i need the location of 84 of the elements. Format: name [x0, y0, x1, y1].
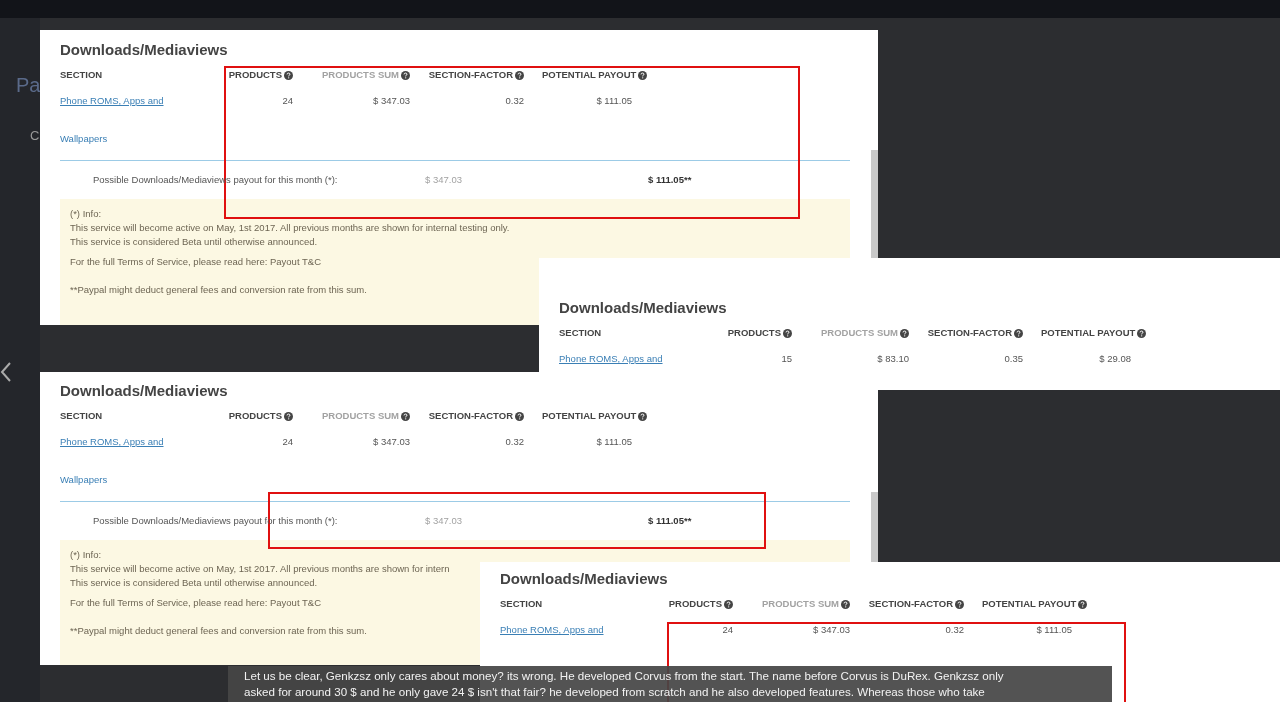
info-text: This service is considered Beta until otherwise announced. [70, 235, 318, 249]
help-icon[interactable] [401, 411, 410, 421]
column-header: SECTION [60, 67, 103, 82]
column-header: SECTION [559, 325, 602, 340]
section-link[interactable]: Phone ROMS, Apps and [500, 623, 604, 635]
help-icon[interactable] [841, 599, 850, 609]
table-cell-text: 0.32 [944, 622, 964, 637]
section-title: Downloads/Mediaviews [60, 40, 228, 60]
help-icon[interactable] [284, 411, 293, 421]
table-cell-text: 15 [780, 351, 792, 366]
total-payout: $ 111.05** [648, 172, 692, 187]
table-cell-text: $ 111.05 [595, 434, 633, 449]
help-icon[interactable] [724, 599, 733, 609]
section-link[interactable]: Wallpapers [60, 131, 108, 147]
scrollbar[interactable] [871, 492, 878, 562]
help-icon[interactable] [1014, 328, 1023, 338]
fee-note: **Paypal might deduct general fees and conversion rate from this sum. [70, 283, 367, 297]
help-icon[interactable] [515, 411, 524, 421]
total-payout: $ 111.05** [648, 513, 692, 528]
help-icon[interactable] [638, 70, 648, 80]
terms-text: For the full Terms of Service, please read here: [70, 256, 269, 267]
terms-text: For the full Terms of Service, please read here: [70, 597, 269, 608]
help-icon[interactable] [515, 70, 524, 80]
scrollbar[interactable] [871, 150, 878, 258]
column-header: SECTION [500, 596, 543, 611]
info-text: This service is considered Beta until otherwise announced. [70, 576, 318, 590]
column-header: PRODUCTS SUM [820, 325, 898, 340]
section-link[interactable]: Phone ROMS, Apps and [60, 94, 164, 106]
section-link[interactable]: Phone ROMS, Apps and [60, 435, 164, 447]
table-cell-text: $ 347.03 [372, 93, 410, 108]
total-sum: $ 347.03 [425, 513, 463, 528]
column-header: POTENTIAL PAYOUT [982, 596, 1077, 611]
table-cell-text: 24 [281, 434, 293, 449]
info-text: This service will become active on May, 1st 2017. All previous months are shown for intern [70, 562, 450, 576]
column-header: PRODUCTS [228, 408, 282, 423]
column-header: PRODUCTS [228, 67, 282, 82]
column-header: SECTION [60, 408, 103, 423]
table-cell-text: 24 [721, 622, 733, 637]
table-cell-text: 0.32 [504, 93, 524, 108]
table-cell-text: $ 111.05 [595, 93, 633, 108]
section-title: Downloads/Mediaviews [559, 298, 727, 318]
total-sum: $ 347.03 [425, 172, 463, 187]
terms-link[interactable]: Payout T&C [269, 597, 321, 608]
table-cell-text: $ 347.03 [372, 434, 410, 449]
column-header: SECTION-FACTOR [927, 325, 1012, 340]
info-heading: (*) Info: [70, 207, 102, 221]
section-link[interactable]: Phone ROMS, Apps and [559, 352, 663, 364]
help-icon[interactable] [638, 411, 648, 421]
column-header: SECTION-FACTOR [868, 596, 953, 611]
column-header: POTENTIAL PAYOUT [1041, 325, 1136, 340]
column-header: SECTION-FACTOR [428, 408, 513, 423]
section-title: Downloads/Mediaviews [500, 569, 668, 589]
info-heading: (*) Info: [70, 548, 102, 562]
table-cell-text: 24 [281, 93, 293, 108]
table-cell-text: $ 29.08 [1098, 351, 1132, 366]
table-cell-text: $ 111.05 [1035, 622, 1073, 637]
help-icon[interactable] [1137, 328, 1147, 338]
help-icon[interactable] [284, 70, 293, 80]
info-text: This service will become active on May, 1st 2017. All previous months are shown for internal testing only. [70, 221, 510, 235]
help-icon[interactable] [1078, 599, 1088, 609]
fee-note: **Paypal might deduct general fees and conversion rate from this sum. [70, 624, 367, 638]
section-title: Downloads/Mediaviews [60, 381, 228, 401]
column-header: PRODUCTS SUM [321, 67, 399, 82]
column-header: PRODUCTS [668, 596, 722, 611]
column-header: SECTION-FACTOR [428, 67, 513, 82]
column-header: POTENTIAL PAYOUT [542, 408, 637, 423]
terms-link[interactable]: Payout T&C [269, 256, 321, 267]
table-cell-text: 0.35 [1003, 351, 1023, 366]
column-header: PRODUCTS [727, 325, 781, 340]
page-title-text: Pa [16, 73, 41, 98]
caption-text: Let us be clear, Genkzsz only cares about money? its wrong. He developed Corvus from the start. The name before Corvus is DuRex. Genkzsz only [244, 668, 1005, 684]
column-header: PRODUCTS SUM [321, 408, 399, 423]
caption-text: asked for around 30 $ and he only gave 24 $ isn't that fair? he developed from scratch and he also developed features. Whereas those who take [244, 684, 986, 700]
column-header: PRODUCTS SUM [761, 596, 839, 611]
table-cell-text: $ 83.10 [876, 351, 909, 366]
help-icon[interactable] [783, 328, 792, 338]
help-icon[interactable] [401, 70, 410, 80]
tab-text: C [30, 127, 40, 145]
table-cell-text: $ 347.03 [812, 622, 850, 637]
help-icon[interactable] [955, 599, 964, 609]
section-link[interactable]: Wallpapers [60, 472, 108, 488]
table-cell-text: 0.32 [504, 434, 524, 449]
help-icon[interactable] [900, 328, 909, 338]
column-header: POTENTIAL PAYOUT [542, 67, 637, 82]
